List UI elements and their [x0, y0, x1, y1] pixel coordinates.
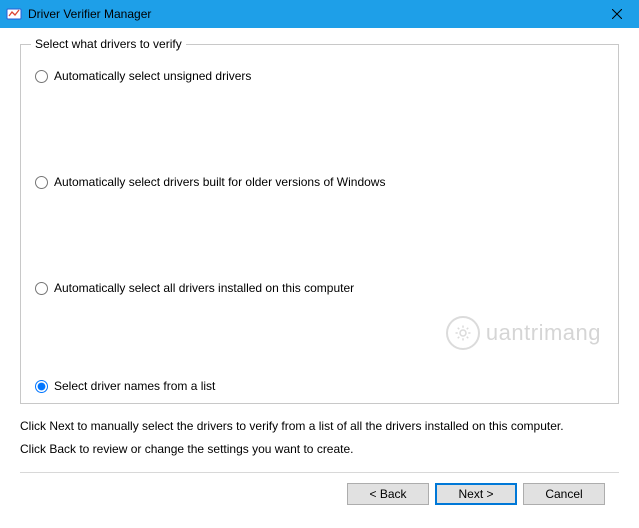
app-icon	[6, 6, 22, 22]
window-title: Driver Verifier Manager	[28, 7, 595, 21]
description-line: Click Next to manually select the driver…	[20, 418, 619, 435]
drivers-fieldset: Select what drivers to verify Automatica…	[20, 44, 619, 404]
cancel-button[interactable]: Cancel	[523, 483, 605, 505]
radio-label: Automatically select unsigned drivers	[54, 69, 251, 83]
radio-option-from-list[interactable]: Select driver names from a list	[35, 379, 215, 393]
radio-input[interactable]	[35, 176, 48, 189]
back-button[interactable]: < Back	[347, 483, 429, 505]
radio-label: Automatically select drivers built for o…	[54, 175, 385, 189]
radio-label: Automatically select all drivers install…	[54, 281, 354, 295]
description-text: Click Next to manually select the driver…	[20, 418, 619, 458]
radio-input[interactable]	[35, 380, 48, 393]
titlebar: Driver Verifier Manager	[0, 0, 639, 28]
close-button[interactable]	[595, 0, 639, 28]
radio-option-all-drivers[interactable]: Automatically select all drivers install…	[35, 281, 354, 295]
radio-input[interactable]	[35, 70, 48, 83]
close-icon	[612, 9, 622, 19]
description-line: Click Back to review or change the setti…	[20, 441, 619, 458]
next-button[interactable]: Next >	[435, 483, 517, 505]
dialog-content: Select what drivers to verify Automatica…	[0, 28, 639, 517]
radio-option-unsigned[interactable]: Automatically select unsigned drivers	[35, 69, 251, 83]
radio-input[interactable]	[35, 282, 48, 295]
button-row: < Back Next > Cancel	[20, 473, 619, 505]
radio-label: Select driver names from a list	[54, 379, 215, 393]
radio-option-older-windows[interactable]: Automatically select drivers built for o…	[35, 175, 385, 189]
fieldset-legend: Select what drivers to verify	[31, 37, 186, 51]
